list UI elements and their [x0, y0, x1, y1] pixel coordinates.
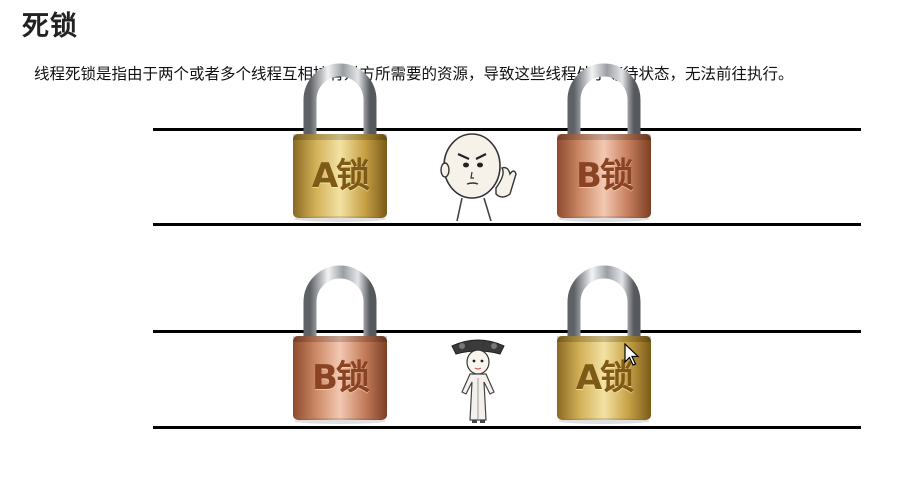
description-text: 线程死锁是指由于两个或者多个线程互相持有对方所需要的资源，导致这些线程处于等待状… — [34, 65, 794, 83]
lock-label: B锁 — [576, 156, 634, 196]
row-1-bottom-line — [153, 223, 861, 226]
row-1-right-lock: B锁 — [554, 62, 654, 222]
padlock-icon — [293, 63, 387, 222]
cursor-arrow-icon — [624, 342, 640, 367]
row-1-left-lock: A锁 — [290, 62, 390, 222]
bald-man-figure — [436, 128, 522, 222]
padlock-icon — [557, 63, 651, 222]
lock-label: B锁 — [312, 358, 370, 398]
page-title: 死锁 — [22, 11, 78, 42]
lock-label: A锁 — [311, 156, 370, 196]
row-2-bottom-line — [153, 426, 861, 429]
row-2-left-lock: B锁 — [290, 264, 390, 424]
qing-lady-figure — [448, 334, 508, 424]
row-2-top-line — [153, 330, 861, 333]
padlock-icon — [293, 265, 387, 424]
